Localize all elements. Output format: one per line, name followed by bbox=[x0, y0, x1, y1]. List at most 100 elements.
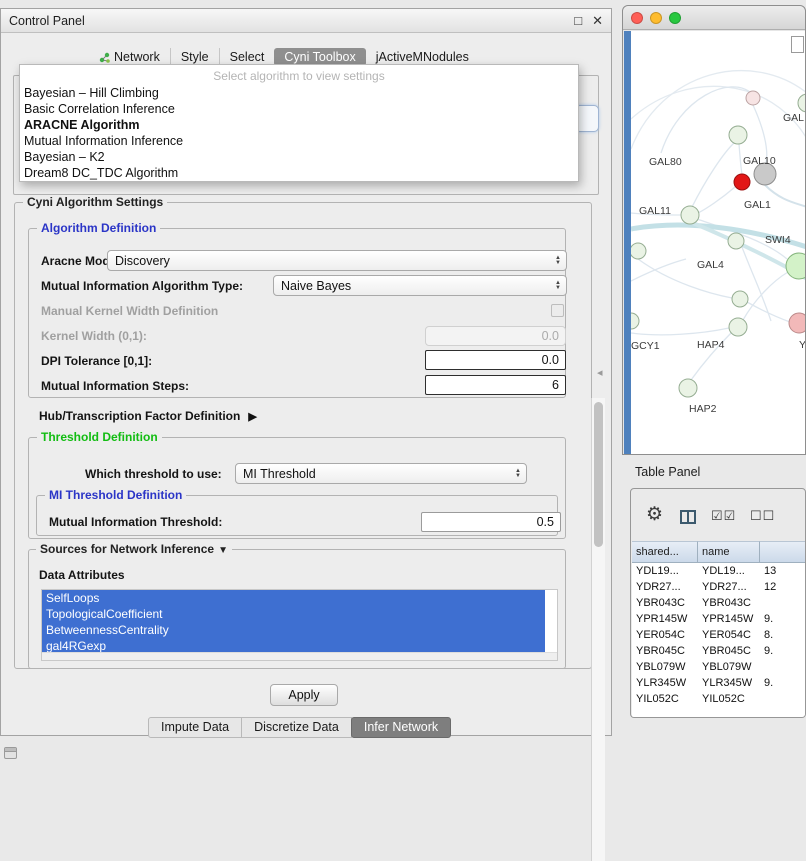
panel-splitter-handle[interactable]: ◂ bbox=[597, 366, 603, 379]
which-threshold-label: Which threshold to use: bbox=[85, 464, 222, 484]
scrollbar-thumb[interactable] bbox=[594, 402, 603, 547]
column-header-name[interactable]: name bbox=[698, 541, 760, 563]
hub-definition-expander[interactable]: Hub/Transcription Factor Definition ▶ bbox=[39, 409, 257, 423]
tab-infer-network[interactable]: Infer Network bbox=[351, 717, 451, 738]
expand-arrow-icon: ▶ bbox=[248, 410, 256, 423]
close-traffic-light[interactable] bbox=[631, 12, 643, 24]
mi-threshold-definition-title: MI Threshold Definition bbox=[45, 488, 186, 502]
network-node-label: GAL80 bbox=[649, 156, 682, 168]
mi-steps-field[interactable] bbox=[425, 375, 566, 395]
collapse-arrow-icon[interactable]: ▼ bbox=[218, 545, 228, 556]
network-window-titlebar[interactable] bbox=[623, 6, 805, 30]
float-window-icon[interactable]: □ bbox=[574, 13, 582, 28]
network-edge bbox=[739, 144, 742, 174]
threshold-definition-title: Threshold Definition bbox=[37, 430, 162, 444]
list-horizontal-scrollbar[interactable] bbox=[42, 652, 557, 660]
network-edge bbox=[631, 86, 805, 139]
network-edge bbox=[631, 71, 805, 149]
algorithm-dropdown-list: Select algorithm to view settings Bayesi… bbox=[19, 64, 579, 182]
table-body: YDL19...YDL19...13YDR27...YDR27...12YBR0… bbox=[632, 563, 806, 707]
kernel-width-field[interactable] bbox=[425, 326, 566, 346]
tab-discretize-data[interactable]: Discretize Data bbox=[241, 717, 352, 738]
network-edge bbox=[631, 259, 686, 281]
network-node[interactable] bbox=[679, 379, 697, 397]
algorithm-option[interactable]: Mutual Information Inference bbox=[20, 133, 578, 149]
network-node[interactable] bbox=[734, 174, 750, 190]
table-row[interactable]: YBR045CYBR045C9. bbox=[632, 643, 806, 659]
network-node[interactable] bbox=[746, 91, 760, 105]
network-node-label: GCY1 bbox=[631, 340, 660, 352]
network-node[interactable] bbox=[798, 94, 805, 112]
data-attribute-item[interactable]: BetweennessCentrality bbox=[42, 622, 545, 638]
network-edge bbox=[743, 272, 788, 320]
table-row[interactable]: YLR345WYLR345W9. bbox=[632, 675, 806, 691]
data-attribute-item[interactable]: SelfLoops bbox=[42, 590, 545, 606]
data-attribute-item[interactable]: TopologicalCoefficient bbox=[42, 606, 545, 622]
threshold-select[interactable]: MI Threshold ▲▼ bbox=[235, 463, 527, 484]
column-browser-icon[interactable] bbox=[680, 510, 696, 524]
mi-threshold-label: Mutual Information Threshold: bbox=[49, 512, 222, 532]
mi-steps-label: Mutual Information Steps: bbox=[41, 376, 189, 396]
mi-algorithm-type-select[interactable]: Naive Bayes ▲▼ bbox=[273, 275, 567, 296]
algorithm-option[interactable]: Bayesian – Hill Climbing bbox=[20, 85, 578, 101]
table-row[interactable]: YBR043CYBR043C bbox=[632, 595, 806, 611]
dpi-tolerance-field[interactable] bbox=[425, 350, 566, 370]
network-node[interactable] bbox=[631, 313, 639, 329]
network-node[interactable] bbox=[786, 253, 805, 279]
network-icon bbox=[99, 52, 110, 63]
table-row[interactable]: YIL052CYIL052C bbox=[632, 691, 806, 707]
dropdown-options: Bayesian – Hill ClimbingBasic Correlatio… bbox=[20, 85, 578, 181]
network-node[interactable] bbox=[729, 126, 747, 144]
network-edge bbox=[692, 142, 735, 207]
gear-icon[interactable]: ⚙ bbox=[646, 505, 663, 524]
restore-panel-icon[interactable] bbox=[4, 747, 17, 759]
network-node-label: SWI4 bbox=[765, 234, 791, 246]
close-icon[interactable]: ✕ bbox=[592, 13, 603, 29]
table-row[interactable]: YDL19...YDL19...13 bbox=[632, 563, 806, 579]
tab-impute-data[interactable]: Impute Data bbox=[148, 717, 242, 738]
network-node[interactable] bbox=[789, 313, 805, 333]
combo-arrows-icon: ▲▼ bbox=[555, 256, 561, 266]
table-row[interactable]: YPR145WYPR145W9. bbox=[632, 611, 806, 627]
combo-arrows-icon: ▲▼ bbox=[515, 469, 521, 479]
algorithm-option[interactable]: ARACNE Algorithm bbox=[20, 117, 578, 133]
minimize-traffic-light[interactable] bbox=[650, 12, 662, 24]
combo-arrows-icon: ▲▼ bbox=[555, 281, 561, 291]
table-row[interactable]: YBL079WYBL079W bbox=[632, 659, 806, 675]
data-attributes-list[interactable]: SelfLoopsTopologicalCoefficientBetweenne… bbox=[41, 589, 558, 661]
select-all-checkboxes-icon[interactable]: ☑☑ bbox=[711, 508, 736, 524]
apply-button[interactable]: Apply bbox=[270, 684, 338, 706]
column-header-clipped[interactable] bbox=[760, 541, 806, 563]
aracne-mode-select[interactable]: Discovery ▲▼ bbox=[107, 250, 567, 271]
table-row[interactable]: YDR27...YDR27...12 bbox=[632, 579, 806, 595]
network-node[interactable] bbox=[631, 243, 646, 259]
network-edge bbox=[765, 185, 805, 207]
algorithm-option[interactable]: Basic Correlation Inference bbox=[20, 101, 578, 117]
network-edge bbox=[631, 328, 729, 335]
network-node[interactable] bbox=[732, 291, 748, 307]
network-node-label: Y bbox=[799, 339, 805, 351]
network-canvas[interactable]: GAL80GALGAL10GAL11GAL1SWI4GAL4GCY1HAP4HA… bbox=[631, 31, 805, 454]
column-header-shared-name[interactable]: shared... bbox=[632, 541, 698, 563]
algorithm-option[interactable]: Bayesian – K2 bbox=[20, 149, 578, 165]
network-node-label: GAL4 bbox=[697, 259, 724, 271]
zoom-traffic-light[interactable] bbox=[669, 12, 681, 24]
network-node[interactable] bbox=[728, 233, 744, 249]
mi-threshold-field[interactable] bbox=[421, 512, 561, 532]
network-node[interactable] bbox=[681, 206, 699, 224]
network-graph: GAL80GALGAL10GAL11GAL1SWI4GAL4GCY1HAP4HA… bbox=[631, 31, 805, 454]
manual-kernel-width-checkbox[interactable] bbox=[551, 304, 564, 317]
control-panel-window: Control Panel □ ✕ Network Style Select C… bbox=[0, 8, 612, 736]
network-node-label: GAL bbox=[783, 112, 804, 124]
algorithm-definition-title: Algorithm Definition bbox=[37, 221, 160, 235]
table-row[interactable]: YER054CYER054C8. bbox=[632, 627, 806, 643]
window-title: Control Panel bbox=[9, 14, 564, 28]
network-node[interactable] bbox=[729, 318, 747, 336]
settings-scrollbar[interactable] bbox=[591, 398, 605, 861]
network-node-label: GAL1 bbox=[744, 199, 771, 211]
sources-group-title: Sources for Network Inference▼ bbox=[36, 542, 232, 556]
birdseye-toggle[interactable] bbox=[791, 36, 804, 53]
network-node-label: HAP4 bbox=[697, 339, 725, 351]
deselect-all-checkboxes-icon[interactable]: ☐☐ bbox=[750, 508, 775, 524]
algorithm-option[interactable]: Dream8 DC_TDC Algorithm bbox=[20, 165, 578, 181]
